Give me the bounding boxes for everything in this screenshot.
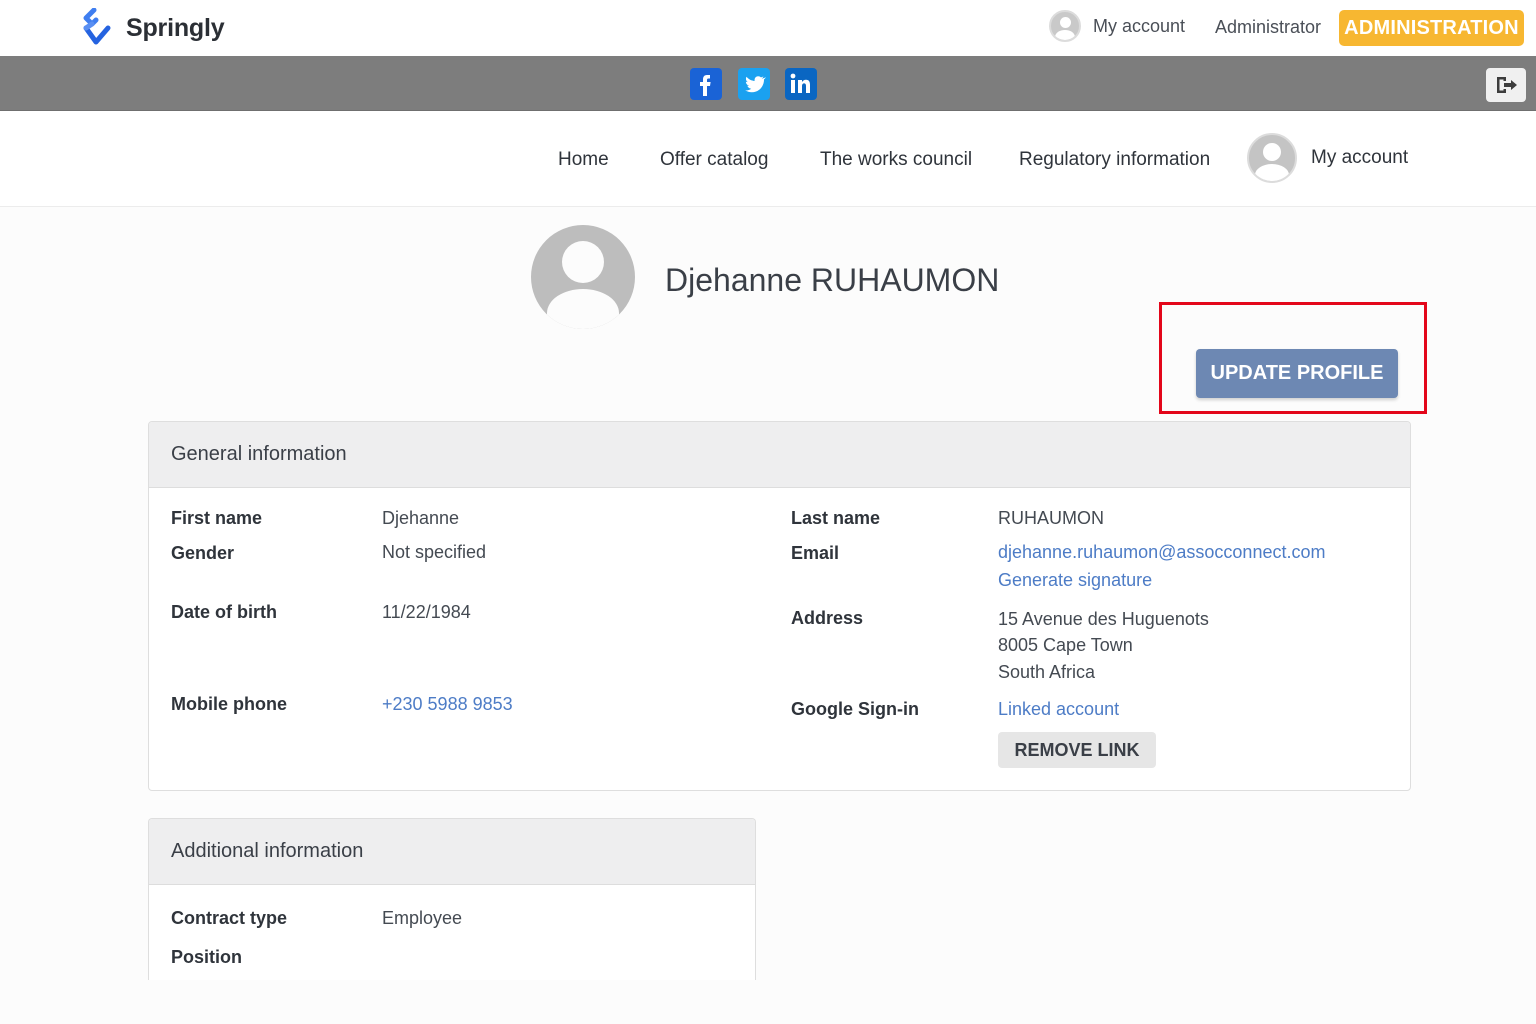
avatar xyxy=(1247,133,1297,183)
top-my-account[interactable]: My account xyxy=(1049,10,1185,42)
date-of-birth-label: Date of birth xyxy=(171,602,277,622)
nav-item-home[interactable]: Home xyxy=(558,149,609,171)
google-sign-in-label: Google Sign-in xyxy=(791,699,919,719)
nav-my-account-label: My account xyxy=(1311,147,1409,168)
additional-information-title: Additional information xyxy=(149,819,755,885)
date-of-birth-value: 11/22/1984 xyxy=(382,602,471,622)
update-profile-button[interactable]: UPDATE PROFILE xyxy=(1196,349,1398,398)
last-name-label: Last name xyxy=(791,508,881,528)
nav-item-my-account[interactable]: My account xyxy=(1247,133,1408,183)
linkedin-icon[interactable] xyxy=(785,68,817,100)
social-bar xyxy=(0,56,1536,111)
administration-button[interactable]: ADMINISTRATION xyxy=(1339,10,1524,46)
mobile-phone-link[interactable]: +230 5988 9853 xyxy=(382,694,513,715)
first-name-value: Djehanne xyxy=(382,508,460,528)
nav-item-works-council[interactable]: The works council xyxy=(820,149,972,171)
logout-icon xyxy=(1497,77,1517,93)
main-nav: Home Offer catalog The works council Reg… xyxy=(0,111,1536,207)
springly-logo-icon xyxy=(83,8,111,45)
gender-value: Not specified xyxy=(382,542,487,562)
administrator-link[interactable]: Administrator xyxy=(1215,17,1321,38)
top-my-account-label: My account xyxy=(1093,15,1186,36)
logout-button[interactable] xyxy=(1486,68,1526,102)
page-bottom-fade xyxy=(140,980,770,1024)
mobile-phone-label: Mobile phone xyxy=(171,694,287,714)
first-name-label: First name xyxy=(171,508,263,528)
address-label: Address xyxy=(791,608,864,628)
nav-item-regulatory-information[interactable]: Regulatory information xyxy=(1019,149,1210,171)
linked-account-link[interactable]: Linked account xyxy=(998,699,1119,720)
profile-avatar xyxy=(531,225,635,329)
contract-type-value: Employee xyxy=(382,908,463,928)
contract-type-label: Contract type xyxy=(171,908,288,928)
general-information-title: General information xyxy=(149,422,1410,488)
avatar xyxy=(1049,10,1081,42)
email-label: Email xyxy=(791,543,840,563)
generate-signature-link[interactable]: Generate signature xyxy=(998,570,1152,591)
remove-link-button[interactable]: REMOVE LINK xyxy=(998,732,1156,768)
gender-label: Gender xyxy=(171,543,235,563)
facebook-icon[interactable] xyxy=(690,68,722,100)
position-label: Position xyxy=(171,947,242,967)
profile-name: Djehanne RUHAUMON xyxy=(665,262,1000,298)
last-name-value: RUHAUMON xyxy=(998,508,1104,528)
general-information-card: General information xyxy=(148,421,1411,791)
address-line-1: 15 Avenue des Huguenots xyxy=(998,609,1209,629)
twitter-icon[interactable] xyxy=(738,68,770,100)
top-bar: Springly My account Administrator ADMINI… xyxy=(0,0,1536,56)
address-line-2: 8005 Cape Town xyxy=(998,635,1133,655)
address-line-3: South Africa xyxy=(998,662,1096,682)
nav-item-offer-catalog[interactable]: Offer catalog xyxy=(660,149,768,171)
email-link[interactable]: djehanne.ruhaumon@assocconnect.com xyxy=(998,542,1325,563)
brand-name: Springly xyxy=(126,13,225,42)
brand[interactable]: Springly xyxy=(78,8,225,48)
